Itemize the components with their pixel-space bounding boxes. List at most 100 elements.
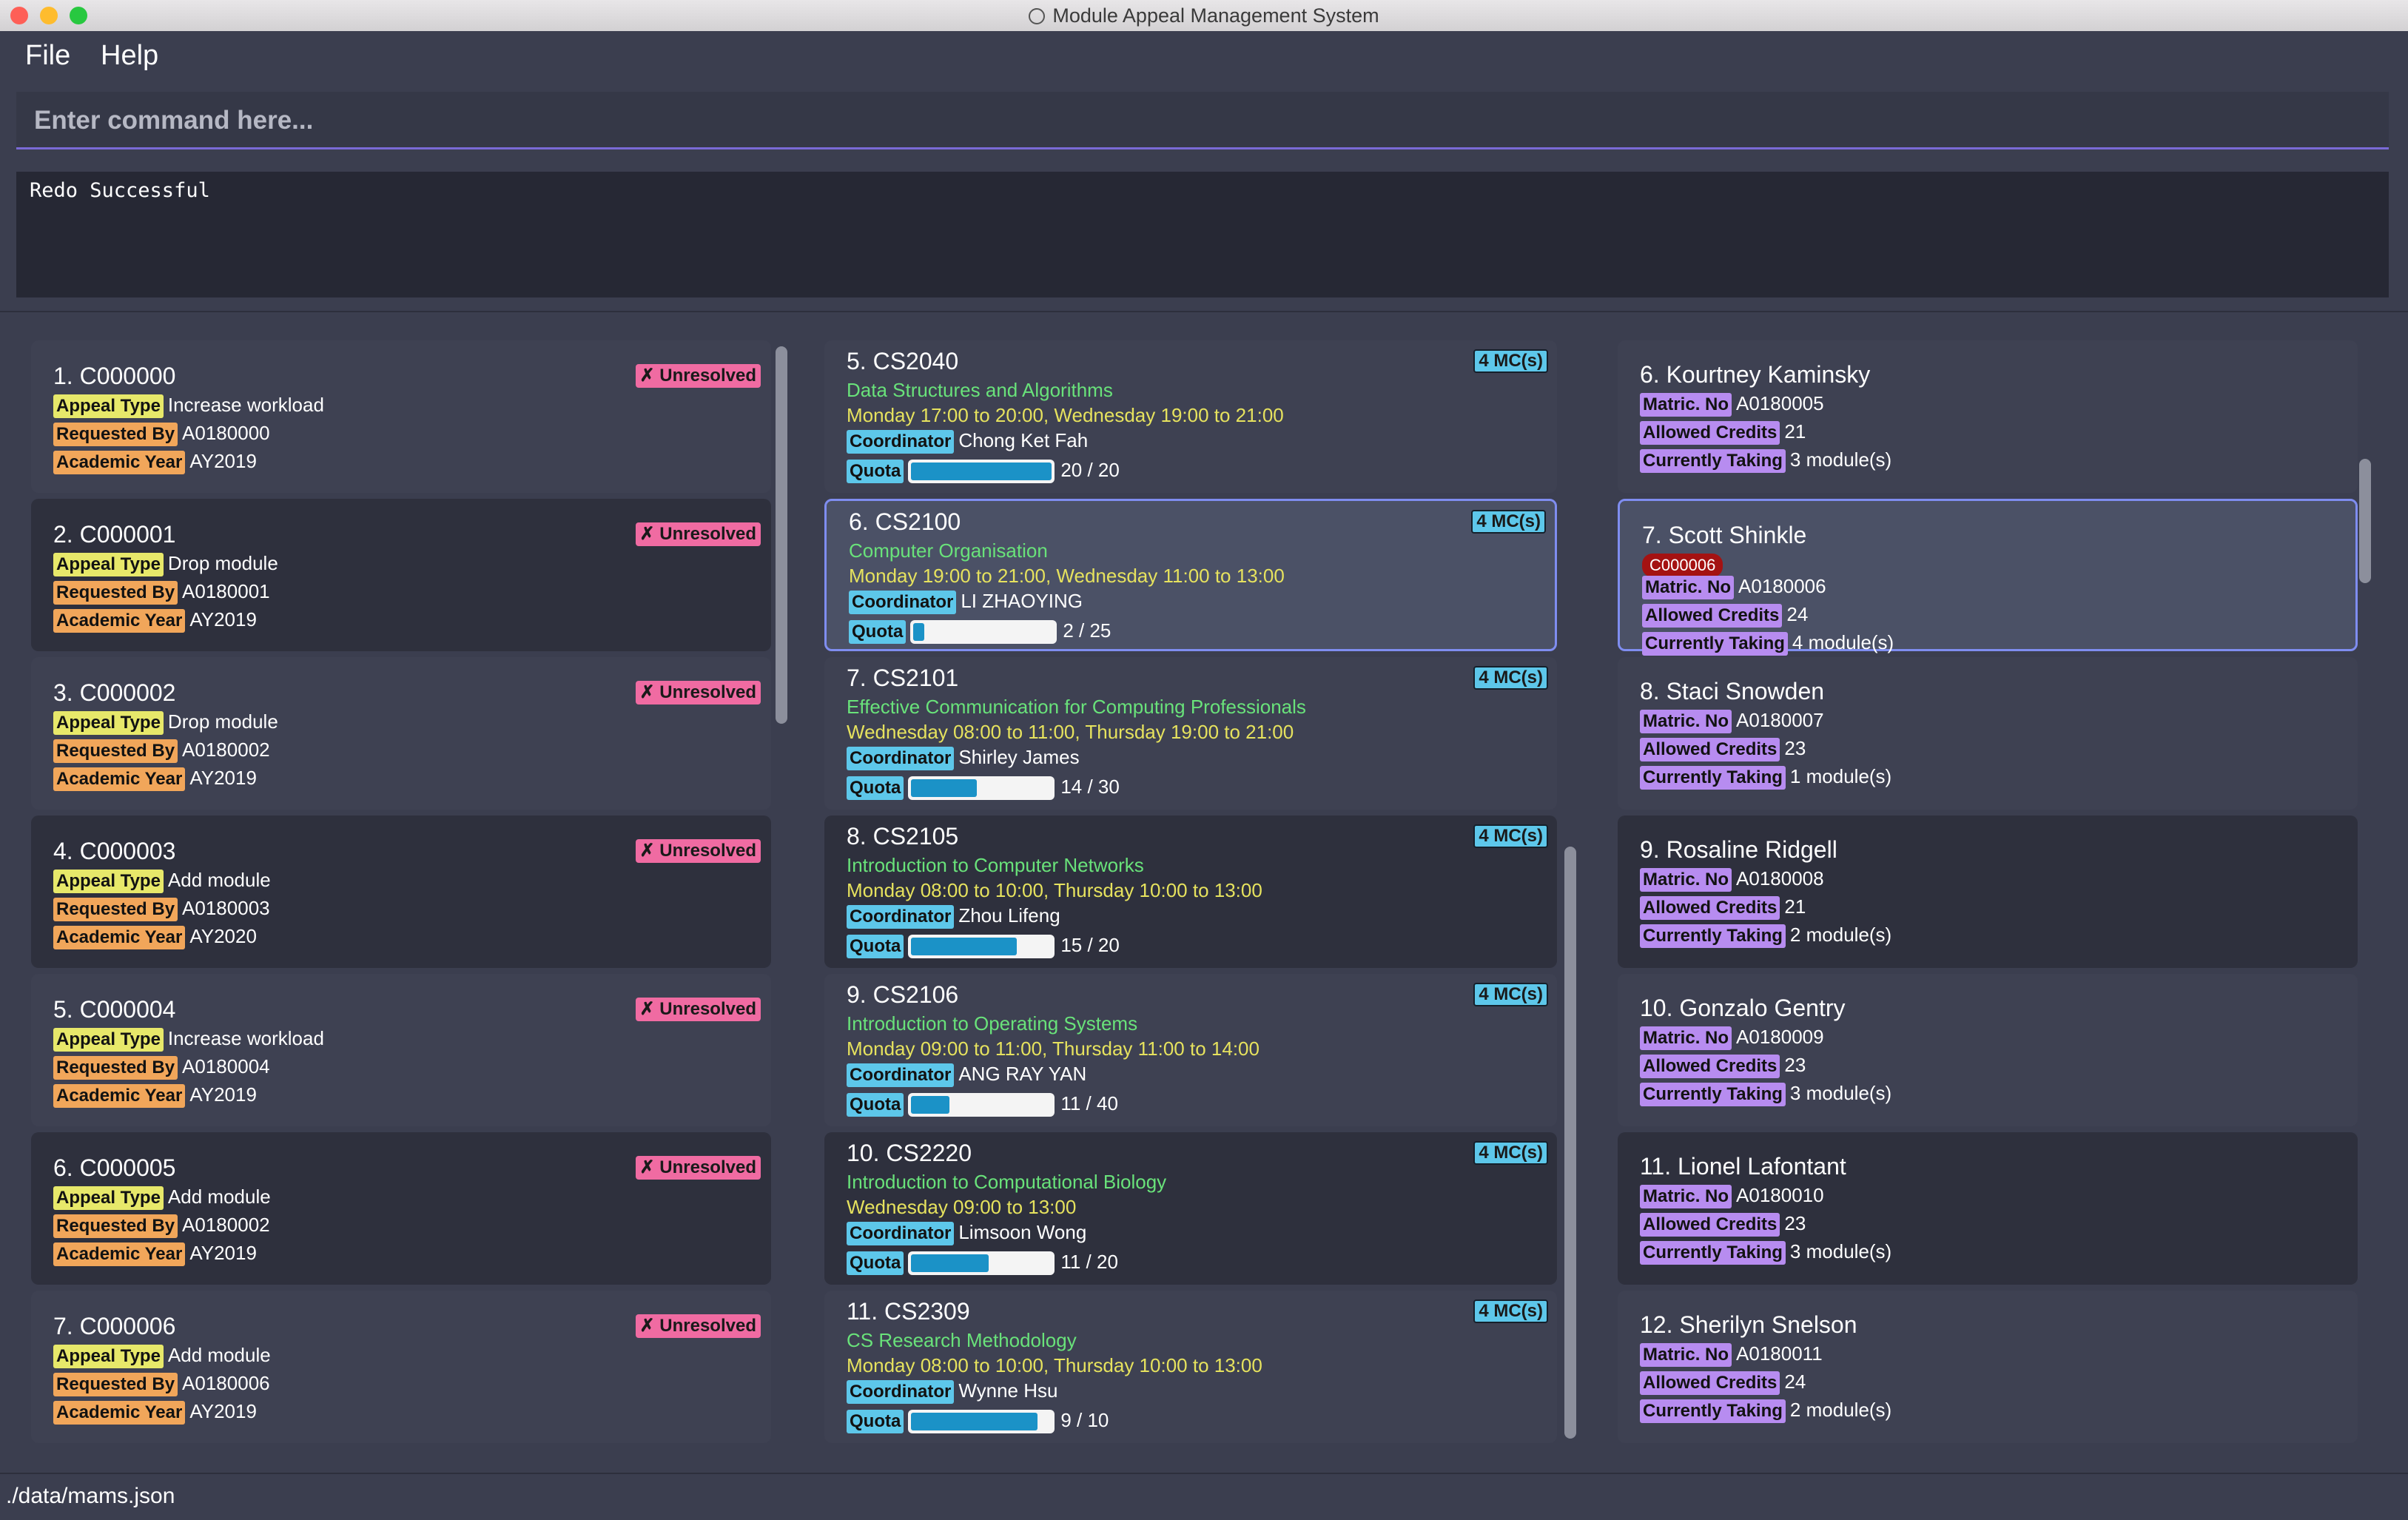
module-card[interactable]: 8. CS2105 4 MC(s) Introduction to Computer… xyxy=(824,816,1557,968)
menu-file[interactable]: File xyxy=(25,40,70,72)
currently-taking-value: 2 xyxy=(1789,1399,1801,1421)
module-name: Computer Organisation xyxy=(849,539,1048,562)
module-card[interactable]: 7. CS2101 4 MC(s) Effective Communication … xyxy=(824,657,1557,810)
quota-value: 15 / 20 xyxy=(1060,934,1120,956)
quota-fill xyxy=(913,623,925,642)
coordinator-value: Wynne Hsu xyxy=(958,1379,1058,1402)
allowed-credits: Allowed Credits 24 xyxy=(1640,1371,1806,1395)
appeal-card[interactable]: 5. C000004 ✗ Unresolved Appeal Type Increas… xyxy=(31,974,771,1126)
appeal-type-value: Increase workload xyxy=(167,394,324,416)
module-card[interactable]: 6. CS2100 4 MC(s) Computer Organisation Mon… xyxy=(824,499,1557,651)
command-input[interactable]: Enter command here... xyxy=(16,92,2389,149)
currently-taking-label: Currently Taking xyxy=(1640,1399,1786,1423)
appeal-id: C000006 xyxy=(79,1313,176,1339)
appeal-type-value: Increase workload xyxy=(167,1027,324,1049)
student-index: 7. xyxy=(1642,522,1662,548)
coordinator-label: Coordinator xyxy=(847,747,955,770)
coordinator-label: Coordinator xyxy=(847,905,955,929)
module-card[interactable]: 11. CS2309 4 MC(s) CS Research Methodology… xyxy=(824,1291,1557,1443)
student-title: 10. Gonzalo Gentry xyxy=(1640,995,1845,1022)
unresolved-badge: ✗ Unresolved xyxy=(635,1314,761,1338)
student-card[interactable]: 9. Rosaline Ridgell Matric. No A0180008 All… xyxy=(1618,816,2358,968)
appeal-title: 1. C000000 xyxy=(53,363,175,390)
student-card[interactable]: 12. Sherilyn Snelson Matric. No A0180011 Al… xyxy=(1618,1291,2358,1443)
unresolved-badge: ✗ Unresolved xyxy=(635,522,761,546)
module-list[interactable]: 5. CS2040 4 MC(s) Data Structures and Algo… xyxy=(814,329,1576,1453)
appeal-title: 7. C000006 xyxy=(53,1313,175,1340)
quota-row: Quota 15 / 20 xyxy=(847,934,1120,959)
student-name: Staci Snowden xyxy=(1666,678,1825,704)
appeal-card[interactable]: 7. C000006 ✗ Unresolved Appeal Type Add mod… xyxy=(31,1291,771,1443)
student-list-scrollbar[interactable] xyxy=(2359,459,2371,583)
module-timeslots: Monday 08:00 to 10:00, Thursday 10:00 to… xyxy=(847,1354,1262,1376)
coordinator-value: Shirley James xyxy=(958,746,1080,768)
matric-no: Matric. No A0180006 xyxy=(1642,575,1826,599)
student-card[interactable]: 11. Lionel Lafontant Matric. No A0180010 Al… xyxy=(1618,1132,2358,1285)
window-title: Module Appeal Management System xyxy=(0,4,2408,27)
currently-taking-suffix: module(s) xyxy=(1806,1399,1892,1421)
student-title: 12. Sherilyn Snelson xyxy=(1640,1311,1857,1339)
currently-taking-suffix: module(s) xyxy=(1806,765,1892,787)
module-card[interactable]: 5. CS2040 4 MC(s) Data Structures and Algo… xyxy=(824,340,1557,493)
appeal-list-scrollbar[interactable] xyxy=(776,346,787,724)
quota-row: Quota 9 / 10 xyxy=(847,1409,1109,1434)
menu-bar: File Help xyxy=(0,31,2408,81)
coordinator-value: ANG RAY YAN xyxy=(958,1063,1087,1085)
quota-progress-bar xyxy=(908,1410,1055,1434)
title-bar: Module Appeal Management System xyxy=(0,0,2408,32)
matric-no: Matric. No A0180007 xyxy=(1640,709,1824,733)
matric-no-value: A0180006 xyxy=(1738,575,1826,597)
mc-badge: 4 MC(s) xyxy=(1473,1141,1548,1165)
module-card[interactable]: 10. CS2220 4 MC(s) Introduction to Computa… xyxy=(824,1132,1557,1285)
matric-no-value: A0180007 xyxy=(1736,709,1824,731)
mc-badge: 4 MC(s) xyxy=(1473,666,1548,690)
appeal-card[interactable]: 4. C000003 ✗ Unresolved Appeal Type Add mod… xyxy=(31,816,771,968)
quota-label: Quota xyxy=(847,1093,904,1117)
matric-no-label: Matric. No xyxy=(1642,576,1735,599)
student-card[interactable]: 7. Scott Shinkle C000006 Matric. No A018000… xyxy=(1618,499,2358,656)
allowed-credits: Allowed Credits 21 xyxy=(1640,895,1806,920)
coordinator-label: Coordinator xyxy=(847,1380,955,1404)
coordinator: Coordinator Limsoon Wong xyxy=(847,1221,1086,1245)
appeal-title: 2. C000001 xyxy=(53,521,175,548)
appeal-card[interactable]: 3. C000002 ✗ Unresolved Appeal Type Drop mo… xyxy=(31,657,771,810)
student-card[interactable]: 10. Gonzalo Gentry Matric. No A0180009 Allo… xyxy=(1618,974,2358,1126)
currently-taking-value: 1 xyxy=(1789,765,1801,787)
academic-year-value: AY2019 xyxy=(189,1242,257,1264)
menu-help[interactable]: Help xyxy=(101,40,158,72)
module-name: Introduction to Operating Systems xyxy=(847,1012,1138,1035)
student-name: Rosaline Ridgell xyxy=(1666,836,1837,863)
requested-by-value: A0180001 xyxy=(182,580,270,602)
appeal-list[interactable]: 1. C000000 ✗ Unresolved Appeal Type Increas… xyxy=(18,329,802,1453)
appeal-card[interactable]: 2. C000001 ✗ Unresolved Appeal Type Drop mo… xyxy=(31,499,771,651)
currently-taking-value: 3 xyxy=(1789,448,1801,471)
module-card[interactable]: 9. CS2106 4 MC(s) Introduction to Operatin… xyxy=(824,974,1557,1126)
appeal-id: C000002 xyxy=(79,679,176,706)
academic-year-value: AY2020 xyxy=(189,925,257,947)
coordinator: Coordinator LI ZHAOYING xyxy=(849,590,1083,614)
quota-fill xyxy=(911,463,1052,481)
academic-year-label: Academic Year xyxy=(53,926,186,949)
allowed-credits-value: 23 xyxy=(1784,1054,1806,1076)
appeal-card[interactable]: 1. C000000 ✗ Unresolved Appeal Type Increas… xyxy=(31,340,771,493)
currently-taking: Currently Taking 1 module(s) xyxy=(1640,765,1891,790)
academic-year-value: AY2019 xyxy=(189,767,257,789)
appeal-card[interactable]: 6. C000005 ✗ Unresolved Appeal Type Add mod… xyxy=(31,1132,771,1285)
appeal-type-value: Drop module xyxy=(167,552,278,574)
student-card[interactable]: 6. Kourtney Kaminsky Matric. No A0180005 Al… xyxy=(1618,340,2358,493)
appeal-type-value: Add module xyxy=(167,1186,271,1208)
student-card[interactable]: 8. Staci Snowden Matric. No A0180007 Allowe… xyxy=(1618,657,2358,810)
allowed-credits-label: Allowed Credits xyxy=(1640,1371,1780,1395)
module-list-scrollbar[interactable] xyxy=(1564,847,1576,1439)
module-title: 6. CS2100 xyxy=(849,508,961,536)
module-title: 8. CS2105 xyxy=(847,823,958,850)
academic-year: Academic Year AY2019 xyxy=(53,450,257,474)
student-list[interactable]: 6. Kourtney Kaminsky Matric. No A0180005 Al… xyxy=(1604,329,2374,1453)
appeal-title: 5. C000004 xyxy=(53,996,175,1023)
currently-taking-value: 3 xyxy=(1789,1082,1801,1104)
quota-progress-bar xyxy=(908,935,1055,959)
appeal-title: 6. C000005 xyxy=(53,1154,175,1182)
appeal-index: 2. xyxy=(53,521,73,548)
quota-row: Quota 14 / 30 xyxy=(847,776,1120,801)
requested-by: Requested By A0180001 xyxy=(53,580,270,605)
